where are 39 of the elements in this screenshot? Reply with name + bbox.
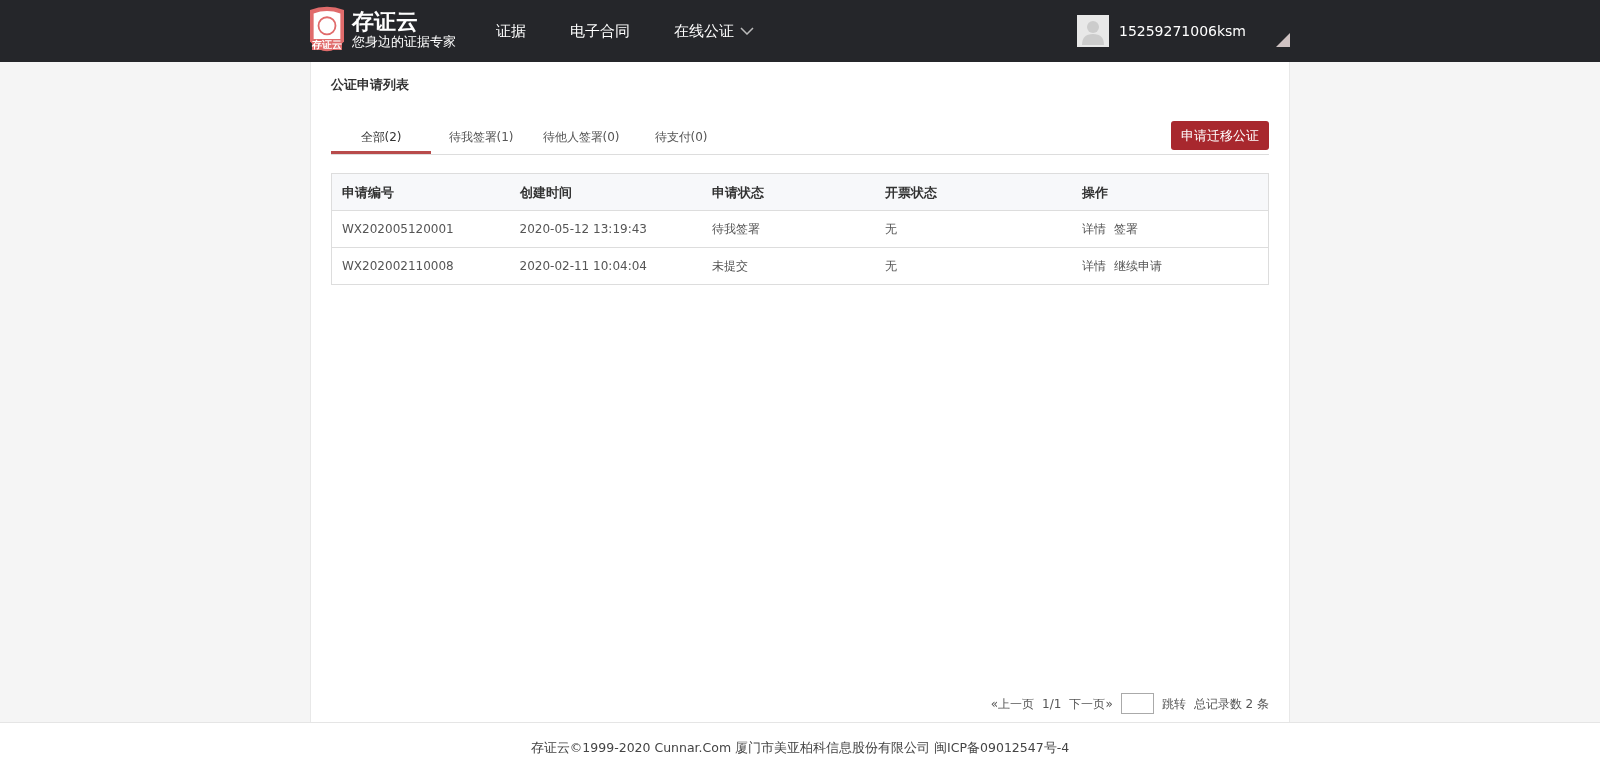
table-cell: 未提交 [701, 247, 875, 285]
nav-link[interactable]: 电子合同 [570, 19, 630, 43]
table-cell: 待我签署 [701, 210, 875, 248]
tab[interactable]: 待我签署(1) [431, 123, 531, 155]
table-cell: 2020-05-12 13:19:43 [509, 210, 702, 248]
table-cell: WX202002110008 [331, 247, 510, 285]
brand-slogan: 您身边的证据专家 [352, 33, 456, 51]
total-records: 总记录数 2 条 [1193, 695, 1269, 713]
table-cell: WX202005120001 [331, 210, 510, 248]
logo-badge-text: 存证云 [312, 39, 342, 50]
column-header: 开票状态 [874, 173, 1072, 211]
avatar-icon [1076, 15, 1109, 47]
nav-link[interactable]: 在线公证 [674, 19, 754, 43]
action-link[interactable]: 详情 [1081, 259, 1106, 274]
tab[interactable]: 待他人签署(0) [531, 123, 631, 155]
page-title: 公证申请列表 [331, 76, 410, 94]
column-header: 创建时间 [509, 173, 702, 211]
column-header: 申请编号 [331, 173, 510, 211]
footer-text: 存证云©1999-2020 Cunnar.Com 厦门市美亚柏科信息股份有限公司 闽ICP备09012547号-4 [530, 738, 1070, 757]
column-header: 申请状态 [701, 173, 875, 211]
nav-link[interactable]: 证据 [496, 19, 526, 43]
corner-triangle-icon[interactable] [1276, 33, 1290, 47]
action-link[interactable]: 继续申请 [1113, 259, 1162, 274]
jump-link[interactable]: 跳转 [1161, 694, 1186, 713]
user-name[interactable]: 15259271006ksm [1118, 20, 1246, 42]
apply-transfer-button[interactable]: 申请迁移公证 [1171, 120, 1269, 151]
prev-page-link[interactable]: «上一页 [990, 694, 1035, 713]
page-indicator: 1/1 [1042, 695, 1062, 713]
action-link[interactable]: 详情 [1081, 222, 1106, 237]
next-page-link[interactable]: 下一页» [1069, 694, 1113, 713]
tab[interactable]: 待支付(0) [631, 123, 731, 155]
brand-name: 存证云 [352, 10, 419, 33]
action-link[interactable]: 签署 [1113, 222, 1138, 237]
tab[interactable]: 全部(2) [331, 123, 431, 155]
table-cell: 无 [874, 247, 1072, 285]
table-cell: 2020-02-11 10:04:04 [509, 247, 702, 285]
column-header: 操作 [1071, 173, 1269, 211]
page-input-field[interactable] [1120, 693, 1154, 714]
table-cell: 无 [874, 210, 1072, 248]
